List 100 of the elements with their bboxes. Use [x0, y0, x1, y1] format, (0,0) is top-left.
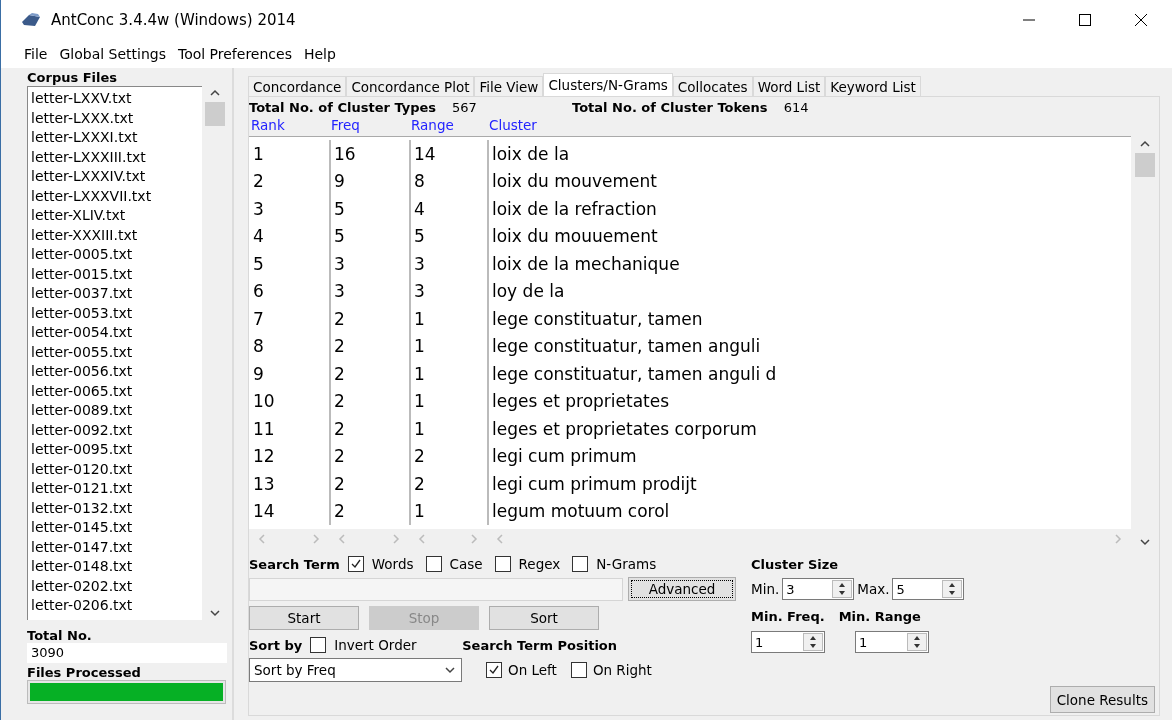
corpus-file-name[interactable]: letter-LXXXIV.txt — [31, 167, 202, 187]
checkbox[interactable] — [347, 556, 364, 572]
table-cell: 1 — [409, 332, 487, 360]
corpus-file-name[interactable]: letter-LXXXVII.txt — [31, 186, 202, 206]
tab[interactable]: Keyword List — [825, 76, 921, 96]
min-range-spinbox[interactable]: 1 — [855, 631, 929, 653]
corpus-file-name[interactable]: letter-0054.txt — [31, 323, 202, 343]
table-cell: 5 — [329, 195, 409, 223]
menu-item[interactable]: Help — [298, 46, 341, 62]
corpus-file-name[interactable]: letter-0120.txt — [31, 459, 202, 479]
min-freq-spinbox[interactable]: 1 — [751, 631, 825, 653]
table-cell-text: 13 — [252, 472, 276, 496]
corpus-file-name[interactable]: letter-XLIV.txt — [31, 206, 202, 226]
checkbox[interactable] — [572, 556, 589, 572]
corpus-file-name[interactable]: letter-0037.txt — [31, 284, 202, 304]
scroll-thumb[interactable] — [205, 102, 225, 126]
action-button[interactable]: Start — [249, 606, 359, 630]
corpus-file-name[interactable]: letter-0095.txt — [31, 440, 202, 460]
stat-label: Total No. of Cluster Tokens — [572, 99, 768, 115]
scroll-down-icon[interactable] — [210, 608, 220, 618]
min-freq-label: Min. Freq. — [751, 608, 825, 624]
checkbox-label: On Left — [508, 662, 557, 678]
tab[interactable]: Concordance — [248, 76, 347, 96]
corpus-files-label: Corpus Files — [27, 70, 119, 85]
close-icon[interactable] — [1135, 14, 1147, 26]
table-cell-text: 4 — [252, 225, 265, 249]
corpus-file-name[interactable]: letter-LXXXIII.txt — [31, 147, 202, 167]
corpus-file-name[interactable]: letter-LXXXI.txt — [31, 128, 202, 148]
table-cell: loy de la — [487, 277, 1131, 305]
table-cell: 5 — [329, 222, 409, 250]
corpus-file-name[interactable]: letter-0065.txt — [31, 381, 202, 401]
column-header[interactable]: Range — [409, 117, 487, 136]
corpus-file-name[interactable]: letter-LXXV.txt — [31, 89, 202, 109]
table-cell: 1 — [409, 305, 487, 333]
table-cell: 3 — [409, 250, 487, 278]
corpus-file-name[interactable]: letter-0202.txt — [31, 576, 202, 596]
scroll-up-icon[interactable] — [210, 88, 220, 98]
tab[interactable]: Clusters/N-Grams — [543, 73, 673, 96]
min-spinbox[interactable]: 3 — [782, 578, 855, 600]
table-cell: 8 — [409, 167, 487, 195]
corpus-file-name[interactable]: letter-0148.txt — [31, 557, 202, 577]
dropdown-caret-icon[interactable] — [445, 665, 455, 675]
table-cell: 16 — [329, 140, 409, 168]
action-button[interactable]: Sort — [489, 606, 599, 630]
checkbox[interactable] — [425, 556, 442, 572]
menu-item[interactable]: File — [19, 46, 53, 62]
tab[interactable]: Concordance Plot — [346, 76, 475, 96]
maximize-icon[interactable] — [1079, 14, 1091, 26]
checkbox[interactable] — [570, 662, 587, 678]
table-cell-text: 1 — [252, 142, 265, 166]
corpus-file-name[interactable]: letter-0145.txt — [31, 518, 202, 538]
corpus-file-name[interactable]: letter-0147.txt — [31, 537, 202, 557]
column-header[interactable]: Rank — [249, 117, 329, 136]
menu-item[interactable]: Tool Preferences — [172, 46, 297, 62]
corpus-file-name[interactable]: letter-0092.txt — [31, 420, 202, 440]
checkbox[interactable] — [494, 556, 511, 572]
corpus-file-name[interactable]: letter-0005.txt — [31, 245, 202, 265]
scroll-up-icon[interactable] — [1140, 139, 1150, 149]
corpus-file-name[interactable]: letter-0206.txt — [31, 596, 202, 616]
corpus-file-name[interactable]: letter-0056.txt — [31, 362, 202, 382]
scroll-down-icon[interactable] — [1140, 537, 1150, 547]
stat-value: 567 — [452, 99, 478, 115]
table-cell: 2 — [329, 332, 409, 360]
clone-results-button[interactable]: Clone Results — [1049, 686, 1155, 713]
table-cell: 3 — [409, 277, 487, 305]
files-processed-label: Files Processed — [27, 665, 142, 680]
checkbox-label: Words — [371, 556, 414, 572]
search-field[interactable] — [249, 577, 623, 601]
max-spinbox[interactable]: 5 — [892, 578, 965, 600]
checkbox[interactable] — [486, 662, 502, 678]
table-cell: 2 — [409, 442, 487, 470]
corpus-file-name[interactable]: letter-0055.txt — [31, 342, 202, 362]
sort-dropdown[interactable]: Sort by Freq — [249, 658, 462, 682]
table-cell-text: 5 — [252, 252, 265, 276]
corpus-file-name[interactable]: letter-0053.txt — [31, 303, 202, 323]
sort-by-label: Sort by — [249, 637, 303, 653]
corpus-file-name[interactable]: letter-LXXX.txt — [31, 108, 202, 128]
corpus-file-name[interactable]: letter-0015.txt — [31, 264, 202, 284]
table-cell: leges et proprietates corporum — [487, 415, 1131, 443]
corpus-file-name[interactable]: letter-XXXIII.txt — [31, 225, 202, 245]
table-cell: 2 — [329, 360, 409, 388]
min-range-label: Min. Range — [838, 608, 921, 624]
corpus-file-name[interactable]: letter-0132.txt — [31, 498, 202, 518]
tab[interactable]: File View — [474, 76, 544, 96]
tab[interactable]: Collocates — [672, 76, 753, 96]
corpus-file-name[interactable]: letter-0121.txt — [31, 479, 202, 499]
table-cell: loix de la — [487, 140, 1131, 168]
corpus-file-name[interactable]: letter-0089.txt — [31, 401, 202, 421]
scroll-thumb[interactable] — [1135, 153, 1155, 177]
advanced-button[interactable]: Advanced — [628, 577, 736, 601]
table-cell-text: 3 — [252, 197, 265, 221]
column-header[interactable]: Freq — [329, 117, 409, 136]
checkbox-label: On Right — [592, 662, 652, 678]
tab[interactable]: Word List — [752, 76, 826, 96]
table-cell: 2 — [329, 470, 409, 498]
menu-item[interactable]: Global Settings — [54, 46, 171, 62]
checkbox[interactable] — [310, 637, 327, 653]
table-cell-text: 7 — [252, 307, 265, 331]
file-list[interactable] — [27, 86, 202, 620]
column-header[interactable]: Cluster — [487, 117, 1131, 136]
